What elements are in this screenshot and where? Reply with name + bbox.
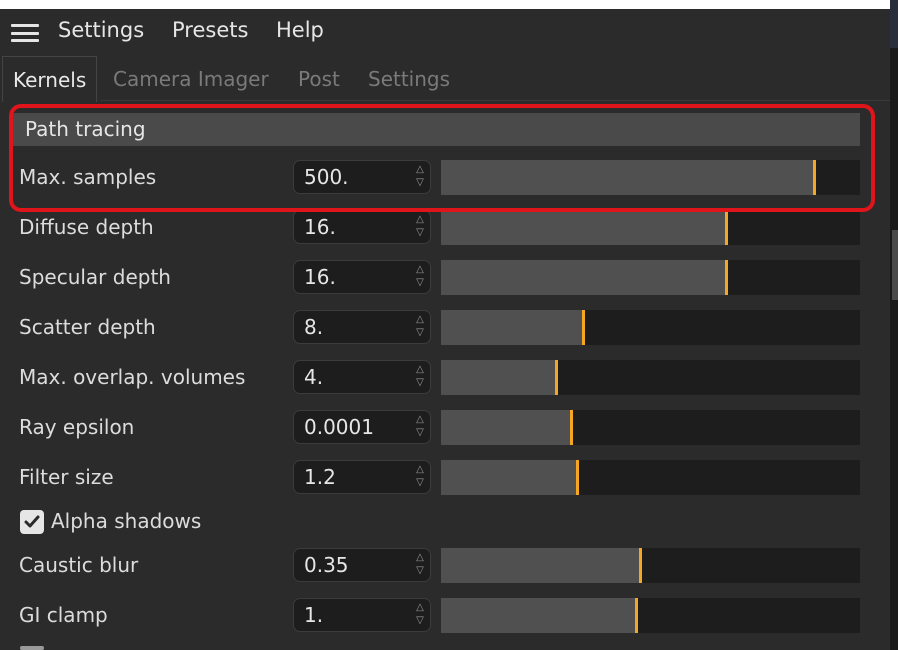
filter-size-value: 1.2 [304,465,336,489]
alpha-shadows-checkbox[interactable] [20,510,44,534]
row-label-max-overlap-volumes: Max. overlap. volumes [19,365,246,389]
gi-clamp-slider[interactable] [441,598,860,633]
scrollbar-thumb[interactable] [892,230,898,300]
menu-bar: Settings Presets Help [0,9,890,54]
slider-handle[interactable] [813,160,816,195]
scatter-depth-field[interactable]: 8. △ ▽ [293,310,431,344]
next-row-checkbox[interactable] [20,646,44,650]
up-down-chevron-icon[interactable]: △ ▽ [413,314,427,340]
max-overlap-volumes-slider[interactable] [441,360,860,395]
caustic-blur-field[interactable]: 0.35 △ ▽ [293,548,431,582]
row-label-filter-size: Filter size [19,465,114,489]
section-header-path-tracing[interactable]: Path tracing [12,113,860,146]
up-down-chevron-icon[interactable]: △ ▽ [413,414,427,440]
slider-handle[interactable] [725,260,728,295]
slider-fill [441,360,556,395]
up-down-chevron-icon[interactable]: △ ▽ [413,214,427,240]
slider-fill [441,260,726,295]
hamburger-icon[interactable] [11,24,39,42]
slider-handle[interactable] [576,460,579,495]
diffuse-depth-slider[interactable] [441,210,860,245]
tab-camera-imager[interactable]: Camera Imager [113,56,269,102]
up-down-chevron-icon[interactable]: △ ▽ [413,552,427,578]
max-samples-slider[interactable] [441,160,860,195]
slider-handle[interactable] [635,598,638,633]
filter-size-slider[interactable] [441,460,860,495]
slider-fill [441,460,577,495]
row-label-gi-clamp: GI clamp [19,603,108,627]
row-label-caustic-blur: Caustic blur [19,553,139,577]
up-down-chevron-icon[interactable]: △ ▽ [413,264,427,290]
scatter-depth-slider[interactable] [441,310,860,345]
diffuse-depth-value: 16. [304,215,336,239]
tab-post[interactable]: Post [298,56,340,102]
row-label-max-samples: Max. samples [19,165,157,189]
ray-epsilon-value: 0.0001 [304,415,374,439]
row-label-ray-epsilon: Ray epsilon [19,415,135,439]
filter-size-field[interactable]: 1.2 △ ▽ [293,460,431,494]
specular-depth-field[interactable]: 16. △ ▽ [293,260,431,294]
slider-fill [441,598,636,633]
tab-settings[interactable]: Settings [368,56,450,102]
menu-settings[interactable]: Settings [58,18,144,42]
up-down-chevron-icon[interactable]: △ ▽ [413,164,427,190]
slider-fill [441,548,640,583]
caustic-blur-value: 0.35 [304,553,349,577]
slider-handle[interactable] [725,210,728,245]
slider-fill [441,210,726,245]
diffuse-depth-field[interactable]: 16. △ ▽ [293,210,431,244]
menu-help[interactable]: Help [276,18,324,42]
slider-handle[interactable] [639,548,642,583]
specular-depth-value: 16. [304,265,336,289]
gi-clamp-field[interactable]: 1. △ ▽ [293,598,431,632]
slider-handle[interactable] [555,360,558,395]
ray-epsilon-slider[interactable] [441,410,860,445]
specular-depth-slider[interactable] [441,260,860,295]
tab-kernels[interactable]: Kernels [2,56,98,102]
row-label-diffuse-depth: Diffuse depth [19,215,154,239]
tab-divider [100,100,890,101]
slider-handle[interactable] [582,310,585,345]
up-down-chevron-icon[interactable]: △ ▽ [413,464,427,490]
slider-fill [441,310,583,345]
max-overlap-volumes-value: 4. [304,365,324,389]
scrollbar-track[interactable] [890,0,898,650]
row-label-scatter-depth: Scatter depth [19,315,156,339]
row-label-specular-depth: Specular depth [19,265,171,289]
slider-fill [441,410,571,445]
caustic-blur-slider[interactable] [441,548,860,583]
tab-bar: Kernels Camera Imager Post Settings [0,56,890,102]
gi-clamp-value: 1. [304,603,324,627]
max-overlap-volumes-field[interactable]: 4. △ ▽ [293,360,431,394]
window-corner [890,0,898,48]
up-down-chevron-icon[interactable]: △ ▽ [413,602,427,628]
checkmark-icon [24,515,40,528]
slider-fill [441,160,814,195]
menu-presets[interactable]: Presets [172,18,248,42]
ray-epsilon-field[interactable]: 0.0001 △ ▽ [293,410,431,444]
max-samples-value: 500. [304,165,349,189]
alpha-shadows-label[interactable]: Alpha shadows [51,509,201,533]
scatter-depth-value: 8. [304,315,324,339]
window-top-strip [0,0,898,9]
max-samples-field[interactable]: 500. △ ▽ [293,160,431,194]
up-down-chevron-icon[interactable]: △ ▽ [413,364,427,390]
slider-handle[interactable] [570,410,573,445]
